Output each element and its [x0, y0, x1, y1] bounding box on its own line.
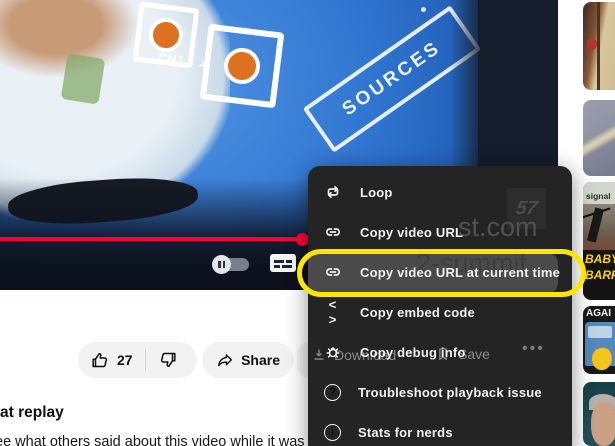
like-count: 27: [117, 352, 133, 368]
thumbnail-caption: BARR: [585, 268, 615, 282]
thumb-up-icon: [92, 353, 108, 368]
pcb-pad-two: [199, 23, 285, 109]
menu-item-stats-for-nerds[interactable]: i Stats for nerds: [308, 412, 572, 446]
share-icon: [218, 354, 233, 367]
youtube-watch-page: CN1 ➤ SOURCES 27 Share at replay ee what…: [0, 0, 615, 446]
suggested-video-thumbnail[interactable]: [583, 382, 615, 446]
menu-item-troubleshoot-playback-issue[interactable]: ? Troubleshoot playback issue: [308, 372, 572, 412]
video-speck: [421, 7, 426, 12]
thumbnail-caption: signal: [586, 191, 611, 201]
context-menu-items: Loop Copy video URL Copy video URL at cu…: [308, 166, 572, 446]
menu-item-copy-embed-code[interactable]: < > Copy embed code: [308, 292, 572, 332]
menu-item-copy-debug-info[interactable]: Copy debug info: [308, 332, 572, 372]
menu-item-label: Copy embed code: [360, 304, 475, 320]
red-yarn: [587, 38, 597, 50]
menu-item-label: Troubleshoot playback issue: [358, 384, 542, 400]
thumb-down-icon: [160, 352, 176, 367]
menu-item-copy-video-url-at-current-time[interactable]: Copy video URL at current time: [308, 252, 572, 292]
bug-icon: [326, 347, 340, 358]
menu-item-loop[interactable]: Loop: [308, 172, 572, 212]
suggested-video-thumbnail[interactable]: AGAI: [583, 306, 615, 374]
chat-replay-heading: at replay: [0, 404, 64, 421]
presenter-badge: [60, 53, 106, 105]
suggested-video-thumbnail[interactable]: signal BABY BARR: [583, 182, 615, 300]
like-button[interactable]: 27: [78, 342, 145, 378]
menu-item-label: Copy video URL at current time: [360, 264, 561, 280]
link-icon: [326, 228, 340, 236]
pcb-hole-icon: [147, 16, 185, 54]
pcb-connector-label: CN1: [157, 50, 186, 68]
like-dislike-pill: 27: [78, 342, 197, 378]
menu-item-label: Loop: [360, 184, 393, 200]
suggested-video-thumbnail[interactable]: [583, 2, 615, 90]
chat-replay-description: ee what others said about this video whi…: [0, 434, 312, 446]
subtitles-button[interactable]: [270, 254, 296, 272]
embed-code-icon: < >: [328, 297, 338, 327]
pcb-hole-icon: [221, 45, 263, 87]
menu-item-copy-video-url[interactable]: Copy video URL: [308, 212, 572, 252]
video-progress-bar[interactable]: [0, 237, 306, 241]
info-icon: i: [324, 423, 341, 441]
loop-icon: [327, 185, 339, 199]
thumbnail-face: [591, 402, 615, 446]
suggested-video-thumbnail[interactable]: [583, 100, 615, 176]
menu-item-label: Copy debug info: [360, 344, 466, 360]
dislike-button[interactable]: [146, 342, 192, 378]
link-icon: [326, 268, 340, 276]
autoplay-toggle[interactable]: [212, 255, 250, 274]
thumbnail-caption: AGAI: [586, 308, 611, 319]
question-icon: ?: [324, 383, 341, 401]
player-context-menu: 57 st.com 2-summit Download Save ••• Loo…: [308, 166, 572, 446]
toggle-knob-pause-icon: [212, 255, 231, 274]
share-label: Share: [241, 352, 280, 368]
share-button[interactable]: Share: [202, 342, 294, 378]
thumbnail-caption: BABY: [585, 252, 615, 266]
menu-item-label: Stats for nerds: [358, 424, 453, 440]
menu-item-label: Copy video URL: [360, 224, 464, 240]
